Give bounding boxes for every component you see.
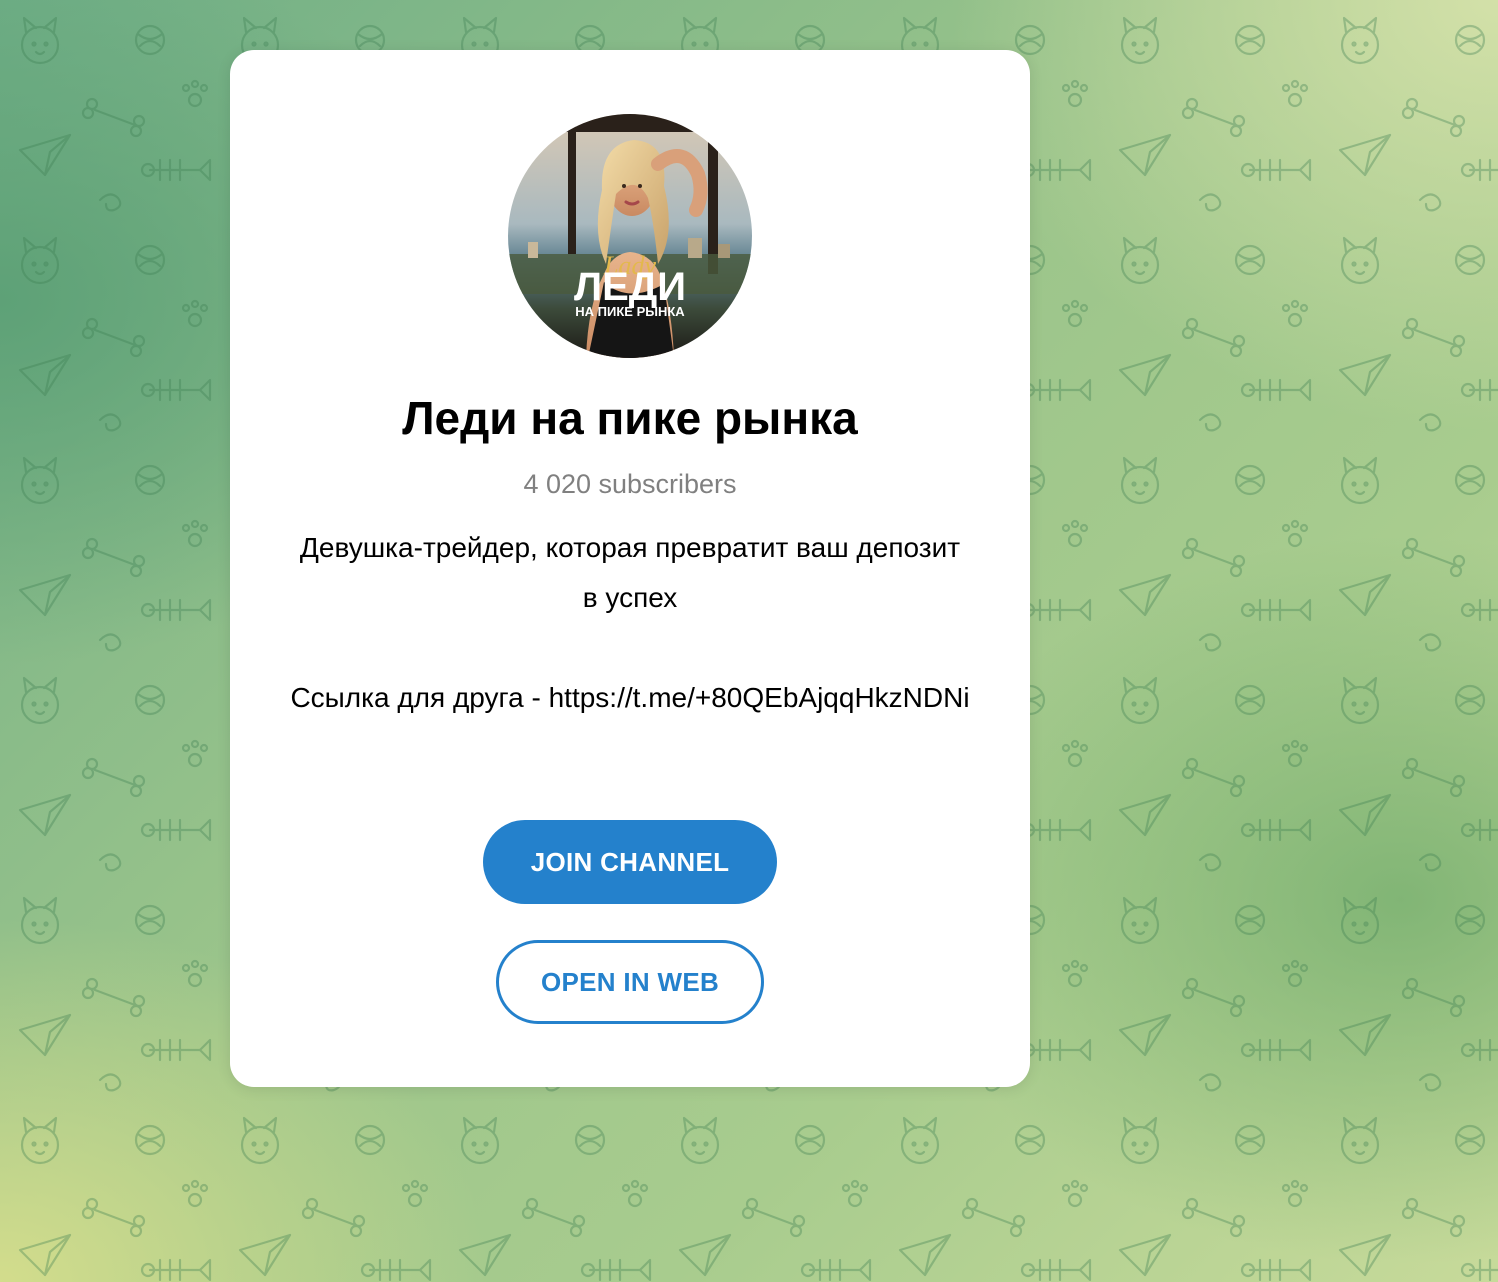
channel-card: Lady ЛЕДИ НА ПИКЕ РЫНКА Леди на пике рын… xyxy=(230,50,1030,1087)
avatar-image: Lady ЛЕДИ НА ПИКЕ РЫНКА xyxy=(508,114,752,358)
open-in-web-button[interactable]: OPEN IN WEB xyxy=(496,940,764,1024)
channel-title: Леди на пике рынка xyxy=(402,392,858,444)
description-paragraph-1: Девушка-трейдер, которая превратит ваш д… xyxy=(299,532,961,613)
description-paragraph-2: Ссылка для друга - https://t.me/+80QEbAj… xyxy=(290,682,970,713)
join-channel-button[interactable]: JOIN CHANNEL xyxy=(483,820,777,904)
avatar-overlay-sub: НА ПИКЕ РЫНКА xyxy=(575,304,685,319)
avatar-overlay-big: ЛЕДИ xyxy=(574,265,686,309)
subscriber-count: 4 020 subscribers xyxy=(523,469,737,499)
channel-avatar: Lady ЛЕДИ НА ПИКЕ РЫНКА xyxy=(508,114,752,358)
channel-description: Девушка-трейдер, которая превратит ваш д… xyxy=(290,523,970,723)
